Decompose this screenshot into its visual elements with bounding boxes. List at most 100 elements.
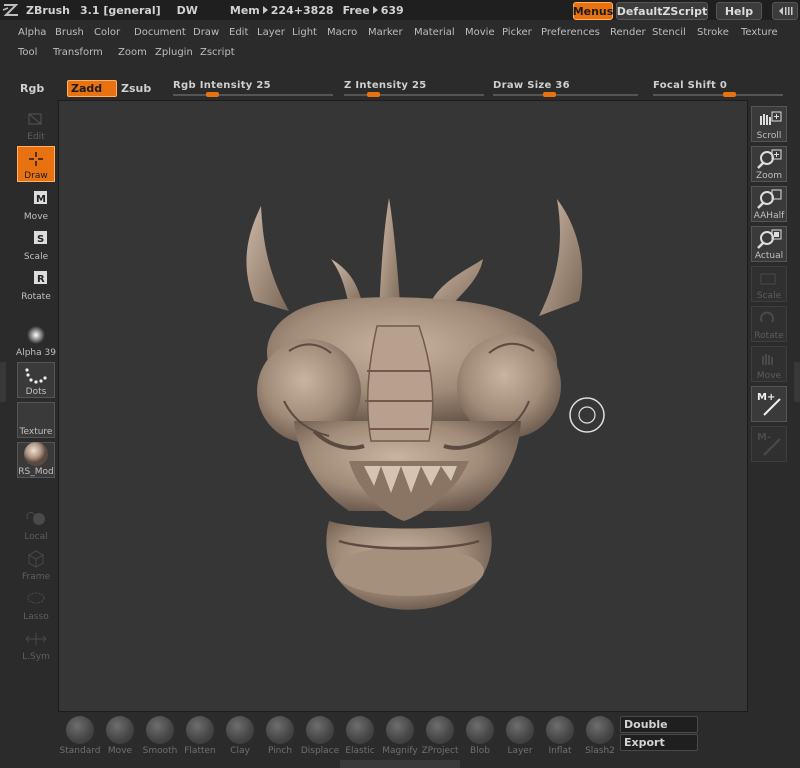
menu-draw[interactable]: Draw xyxy=(193,27,219,38)
left-tray-toggle[interactable] xyxy=(0,362,6,402)
menu-document[interactable]: Document xyxy=(134,27,186,38)
texture-button[interactable]: Texture xyxy=(17,402,55,438)
lsym-button[interactable]: L.Sym xyxy=(17,626,55,662)
move-button[interactable]: M Move xyxy=(17,186,55,222)
mplus-brush-icon: M+ xyxy=(752,387,786,421)
scale-icon: S xyxy=(17,226,55,252)
menu-light[interactable]: Light xyxy=(292,27,317,38)
draw-button[interactable]: Draw xyxy=(17,146,55,182)
aahalf-button[interactable]: AAHalf xyxy=(751,186,787,222)
scale-view-button[interactable]: Scale xyxy=(751,266,787,302)
actual-button[interactable]: Actual xyxy=(751,226,787,262)
memory-indicator: Mem 224+3828 Free 639 xyxy=(230,4,404,17)
brush-blob[interactable]: Blob xyxy=(460,716,500,760)
brush-pinch[interactable]: Pinch xyxy=(260,716,300,760)
scale-button[interactable]: S Scale xyxy=(17,226,55,262)
brush-smooth[interactable]: Smooth xyxy=(140,716,180,760)
brush-label: Flatten xyxy=(184,746,216,756)
zoom-button[interactable]: Zoom xyxy=(751,146,787,182)
menu-zoom[interactable]: Zoom xyxy=(118,47,147,58)
svg-text:M+: M+ xyxy=(757,392,775,403)
alpha-button[interactable]: Alpha 39 xyxy=(16,322,56,358)
mminus-brush-icon: M- xyxy=(752,427,786,461)
help-button[interactable]: Help xyxy=(716,2,762,20)
local-button[interactable]: Local xyxy=(17,506,55,542)
menu-color[interactable]: Color xyxy=(94,27,120,38)
collapse-icon[interactable] xyxy=(772,2,798,20)
focal-shift-label: Focal Shift 0 xyxy=(653,80,728,91)
brush-clay[interactable]: Clay xyxy=(220,716,260,760)
brush-inflat[interactable]: Inflat xyxy=(540,716,580,760)
focal-shift-slider[interactable]: Focal Shift 0 xyxy=(653,80,783,100)
slider-track xyxy=(173,94,333,96)
zadd-button[interactable]: Zadd xyxy=(67,80,117,97)
menu-macro[interactable]: Macro xyxy=(327,27,357,38)
menu-render[interactable]: Render xyxy=(610,27,646,38)
z-intensity-label: Z Intensity 25 xyxy=(344,80,427,91)
rotate-button[interactable]: R Rotate xyxy=(17,266,55,302)
export-button[interactable]: Export xyxy=(620,734,698,751)
material-button[interactable]: RS_Mod xyxy=(17,442,55,478)
brush-label: Inflat xyxy=(548,746,572,756)
bottom-tray-toggle[interactable] xyxy=(340,760,460,768)
double-button[interactable]: Double xyxy=(620,716,698,733)
menu-stroke[interactable]: Stroke xyxy=(697,27,729,38)
menu-zscript[interactable]: Zscript xyxy=(200,47,235,58)
stroke-dots-button[interactable]: Dots xyxy=(17,362,55,398)
menu-preferences[interactable]: Preferences xyxy=(541,27,600,38)
edit-button[interactable]: Edit xyxy=(17,106,55,142)
rotate-view-icon xyxy=(752,307,786,331)
menu-transform[interactable]: Transform xyxy=(53,47,103,58)
rotate-view-button[interactable]: Rotate xyxy=(751,306,787,342)
texture-icon xyxy=(18,403,54,427)
brush-elastic[interactable]: Elastic xyxy=(340,716,380,760)
menu-edit[interactable]: Edit xyxy=(229,27,248,38)
brush-layer[interactable]: Layer xyxy=(500,716,540,760)
brush-move[interactable]: Move xyxy=(100,716,140,760)
menu-movie[interactable]: Movie xyxy=(465,27,495,38)
local-icon xyxy=(17,506,55,532)
menu-brush[interactable]: Brush xyxy=(55,27,84,38)
lasso-button[interactable]: Lasso xyxy=(17,586,55,622)
rgb-intensity-slider[interactable]: Rgb Intensity 25 xyxy=(173,80,333,100)
menu-tool[interactable]: Tool xyxy=(18,47,37,58)
menu-marker[interactable]: Marker xyxy=(368,27,403,38)
menu-texture[interactable]: Texture xyxy=(741,27,778,38)
scroll-button[interactable]: Scroll xyxy=(751,106,787,142)
brush-displace[interactable]: Displace xyxy=(300,716,340,760)
slider-knob[interactable] xyxy=(206,92,219,97)
brush-slash2[interactable]: Slash2 xyxy=(580,716,620,760)
brush-label: Blob xyxy=(470,746,490,756)
menu-zplugin[interactable]: Zplugin xyxy=(155,47,193,58)
zsub-button[interactable]: Zsub xyxy=(121,82,151,95)
rotate-icon: R xyxy=(17,266,55,292)
document-canvas[interactable] xyxy=(58,100,748,712)
mminus-button[interactable]: M- xyxy=(751,426,787,462)
brush-magnify[interactable]: Magnify xyxy=(380,716,420,760)
free-label: Free xyxy=(342,3,370,17)
mplus-button[interactable]: M+ xyxy=(751,386,787,422)
menu-stencil[interactable]: Stencil xyxy=(652,27,686,38)
menu-material[interactable]: Material xyxy=(414,27,455,38)
svg-text:S: S xyxy=(37,234,44,245)
frame-icon xyxy=(17,546,55,572)
menus-button[interactable]: Menus xyxy=(573,2,613,20)
brush-zproject[interactable]: ZProject xyxy=(420,716,460,760)
slider-knob[interactable] xyxy=(543,92,556,97)
menu-layer[interactable]: Layer xyxy=(257,27,285,38)
slider-knob[interactable] xyxy=(367,92,380,97)
menu-alpha[interactable]: Alpha xyxy=(18,27,46,38)
menu-picker[interactable]: Picker xyxy=(502,27,532,38)
brush-standard[interactable]: Standard xyxy=(60,716,100,760)
slider-knob[interactable] xyxy=(723,92,736,97)
brush-settings-strip: Rgb Zadd Zsub Rgb Intensity 25 Z Intensi… xyxy=(0,76,800,100)
move-view-button[interactable]: Move xyxy=(751,346,787,382)
brush-preview-icon xyxy=(66,716,94,744)
brush-flatten[interactable]: Flatten xyxy=(180,716,220,760)
draw-size-slider[interactable]: Draw Size 36 xyxy=(493,80,638,100)
z-intensity-slider[interactable]: Z Intensity 25 xyxy=(344,80,484,100)
rgb-toggle[interactable]: Rgb xyxy=(20,82,44,95)
frame-button[interactable]: Frame xyxy=(17,546,55,582)
default-zscript-button[interactable]: DefaultZScript xyxy=(616,2,708,20)
right-tray-toggle[interactable] xyxy=(794,362,800,402)
